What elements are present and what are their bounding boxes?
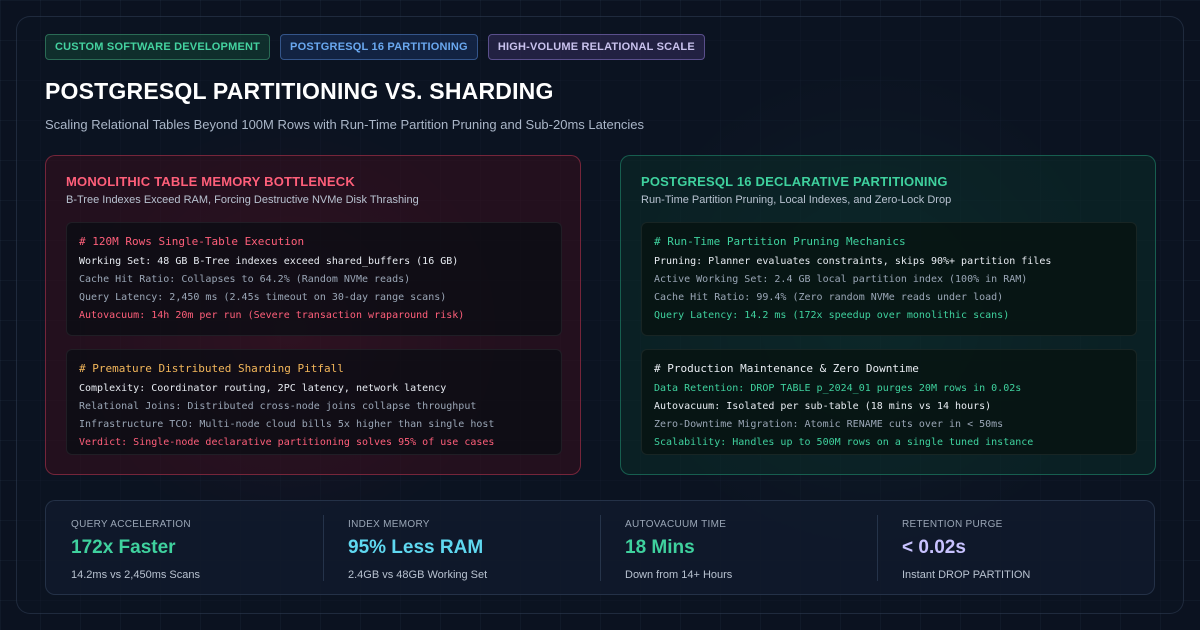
partition-pruning-block: # Run-Time Partition Pruning Mechanics P…: [641, 222, 1137, 336]
panel-subtitle: B-Tree Indexes Exceed RAM, Forcing Destr…: [66, 194, 419, 206]
stat-value: 18 Mins: [625, 537, 695, 558]
code-line: Verdict: Single-node declarative partiti…: [79, 437, 495, 448]
code-heading: # 120M Rows Single-Table Execution: [79, 235, 305, 248]
code-heading: # Premature Distributed Sharding Pitfall: [79, 362, 344, 375]
stat-autovacuum-time: AUTOVACUUM TIME 18 Mins Down from 14+ Ho…: [600, 501, 877, 596]
stat-value: 95% Less RAM: [348, 537, 484, 558]
single-table-execution-block: # 120M Rows Single-Table Execution Worki…: [66, 222, 562, 336]
tag-row: CUSTOM SOFTWARE DEVELOPMENT POSTGRESQL 1…: [45, 34, 705, 60]
maintenance-block: # Production Maintenance & Zero Downtime…: [641, 349, 1137, 455]
panel-subtitle: Run-Time Partition Pruning, Local Indexe…: [641, 194, 952, 206]
stat-note: 2.4GB vs 48GB Working Set: [348, 569, 488, 581]
code-line: Query Latency: 14.2 ms (172x speedup ove…: [654, 310, 1010, 321]
monolithic-panel: MONOLITHIC TABLE MEMORY BOTTLENECK B-Tre…: [45, 155, 581, 475]
stat-note: 14.2ms vs 2,450ms Scans: [71, 569, 201, 581]
partitioning-panel: POSTGRESQL 16 DECLARATIVE PARTITIONING R…: [620, 155, 1156, 475]
tag-relational-scale: HIGH-VOLUME RELATIONAL SCALE: [487, 34, 705, 60]
code-line: Cache Hit Ratio: 99.4% (Zero random NVMe…: [654, 292, 1004, 303]
code-line: Working Set: 48 GB B-Tree indexes exceed…: [79, 256, 459, 267]
sharding-pitfall-block: # Premature Distributed Sharding Pitfall…: [66, 349, 562, 455]
panel-title: POSTGRESQL 16 DECLARATIVE PARTITIONING: [641, 174, 948, 189]
code-line: Query Latency: 2,450 ms (2.45s timeout o…: [79, 292, 447, 303]
stat-divider: [323, 515, 324, 581]
code-line: Cache Hit Ratio: Collapses to 64.2% (Ran…: [79, 274, 411, 285]
tag-postgresql-partitioning: POSTGRESQL 16 PARTITIONING: [280, 34, 478, 60]
stats-bar: QUERY ACCELERATION 172x Faster 14.2ms vs…: [45, 500, 1155, 595]
stat-divider: [600, 515, 601, 581]
tag-custom-software: CUSTOM SOFTWARE DEVELOPMENT: [45, 34, 271, 60]
code-line: Infrastructure TCO: Multi-node cloud bil…: [79, 419, 495, 430]
code-line: Complexity: Coordinator routing, 2PC lat…: [79, 383, 447, 394]
code-line: Active Working Set: 2.4 GB local partiti…: [654, 274, 1028, 285]
stat-value: 172x Faster: [71, 537, 176, 558]
stat-note: Instant DROP PARTITION: [902, 569, 1031, 581]
page-subtitle: Scaling Relational Tables Beyond 100M Ro…: [45, 117, 645, 132]
code-line: Data Retention: DROP TABLE p_2024_01 pur…: [654, 383, 1022, 394]
stat-label: INDEX MEMORY: [348, 519, 430, 530]
stat-label: AUTOVACUUM TIME: [625, 519, 727, 530]
code-heading: # Production Maintenance & Zero Downtime: [654, 362, 919, 375]
code-line: Pruning: Planner evaluates constraints, …: [654, 256, 1052, 267]
stat-retention-purge: RETENTION PURGE < 0.02s Instant DROP PAR…: [877, 501, 1154, 596]
stat-query-acceleration: QUERY ACCELERATION 172x Faster 14.2ms vs…: [46, 501, 323, 596]
stat-note: Down from 14+ Hours: [625, 569, 733, 581]
code-line: Zero-Downtime Migration: Atomic RENAME c…: [654, 419, 1004, 430]
stat-divider: [877, 515, 878, 581]
stat-value: < 0.02s: [902, 537, 966, 558]
page-title: POSTGRESQL PARTITIONING VS. SHARDING: [45, 78, 554, 104]
stat-label: QUERY ACCELERATION: [71, 519, 191, 530]
code-line: Relational Joins: Distributed cross-node…: [79, 401, 477, 412]
code-line: Autovacuum: 14h 20m per run (Severe tran…: [79, 310, 465, 321]
code-line: Scalability: Handles up to 500M rows on …: [654, 437, 1034, 448]
stat-index-memory: INDEX MEMORY 95% Less RAM 2.4GB vs 48GB …: [323, 501, 600, 596]
stat-label: RETENTION PURGE: [902, 519, 1003, 530]
code-heading: # Run-Time Partition Pruning Mechanics: [654, 235, 906, 248]
code-line: Autovacuum: Isolated per sub-table (18 m…: [654, 401, 992, 412]
panel-title: MONOLITHIC TABLE MEMORY BOTTLENECK: [66, 174, 355, 189]
